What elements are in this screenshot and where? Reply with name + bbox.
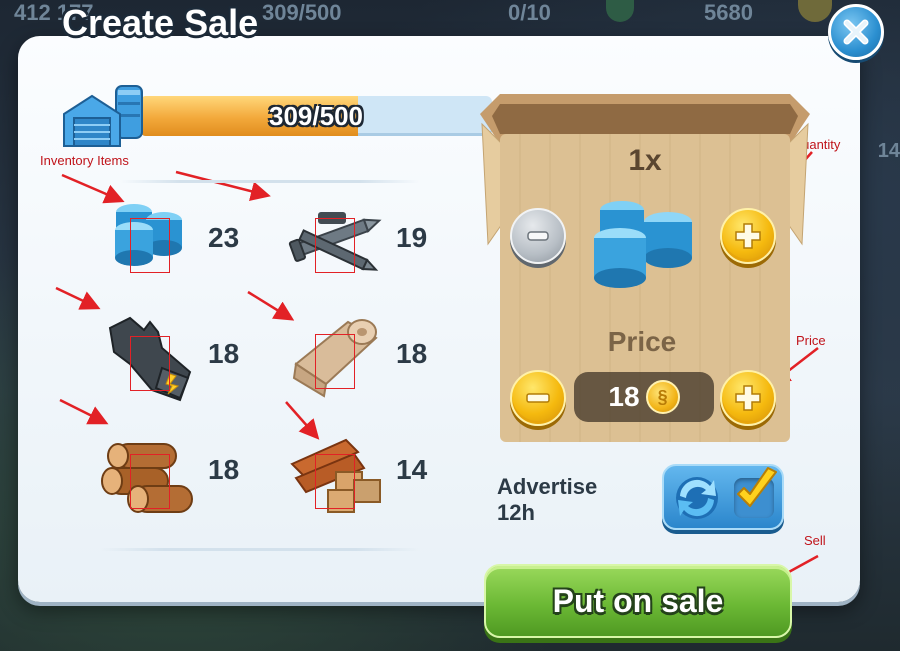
hud-storage: 309/500 [262, 0, 342, 25]
advertise-refresh-icon [676, 477, 718, 519]
annotation-box [130, 336, 170, 391]
annotation-box [315, 454, 355, 509]
close-icon [843, 19, 869, 45]
price-value: 18 [608, 381, 640, 412]
advertise-checkbox[interactable] [734, 467, 777, 518]
hud-simoleons: 5680 [704, 0, 753, 25]
inventory-item-gloves[interactable]: 18 [100, 308, 270, 408]
simoleon-coin-icon: § [645, 380, 680, 414]
price-field[interactable]: 18 § [574, 372, 714, 422]
inventory-item-planks[interactable]: 14 [288, 424, 458, 524]
annotation-box [315, 218, 355, 273]
annotation-box [130, 218, 170, 273]
price-decrease-button[interactable] [510, 370, 566, 426]
quantity-increase-button[interactable] [720, 208, 776, 264]
inventory-bottom-divider [100, 548, 420, 551]
quantity-decrease-button[interactable] [510, 208, 566, 264]
minus-icon [527, 231, 549, 241]
price-increase-button[interactable] [720, 370, 776, 426]
inventory-top-divider [120, 180, 420, 183]
inventory-item-nails[interactable]: 19 [288, 192, 458, 292]
advertise-text: Advertise [497, 474, 598, 499]
inventory-count: 18 [208, 454, 240, 485]
advertise-duration: 12h [497, 500, 535, 525]
checkmark-icon [737, 467, 777, 507]
annotation-box [130, 454, 170, 509]
plus-icon [735, 385, 761, 411]
close-button[interactable] [828, 4, 884, 60]
hud-side-value: 14 [877, 140, 900, 162]
inventory-item-plastic[interactable]: 23 [100, 192, 270, 292]
inventory-count: 19 [396, 222, 428, 253]
hud-workers: 0/10 [508, 0, 551, 25]
inventory-count: 14 [396, 454, 428, 485]
minus-icon [526, 393, 550, 403]
storage-bar: 309/500 [140, 96, 492, 136]
plus-icon [735, 223, 761, 249]
advertise-label: Advertise 12h [497, 474, 597, 526]
inventory-count: 18 [396, 338, 428, 369]
annotation-inventory: Inventory Items [40, 153, 129, 168]
inventory-item-textiles[interactable]: 18 [288, 308, 458, 408]
inventory-count: 18 [208, 338, 240, 369]
storage-capacity: 309/500 [60, 76, 492, 156]
dialog-title: Create Sale [62, 2, 259, 43]
put-on-sale-button[interactable]: Put on sale [484, 564, 792, 638]
warehouse-icon [63, 85, 143, 147]
price-label: Price [607, 326, 677, 357]
quantity-value: 1x [628, 144, 662, 177]
advertise-toggle[interactable] [662, 464, 784, 530]
annotation-sell: Sell [804, 533, 826, 548]
storage-label: 309/500 [269, 100, 363, 131]
selected-item-plastic-icon [594, 201, 692, 288]
inventory-count: 23 [208, 222, 240, 253]
annotation-box [315, 334, 355, 389]
inventory-item-wood[interactable]: 18 [100, 424, 270, 524]
